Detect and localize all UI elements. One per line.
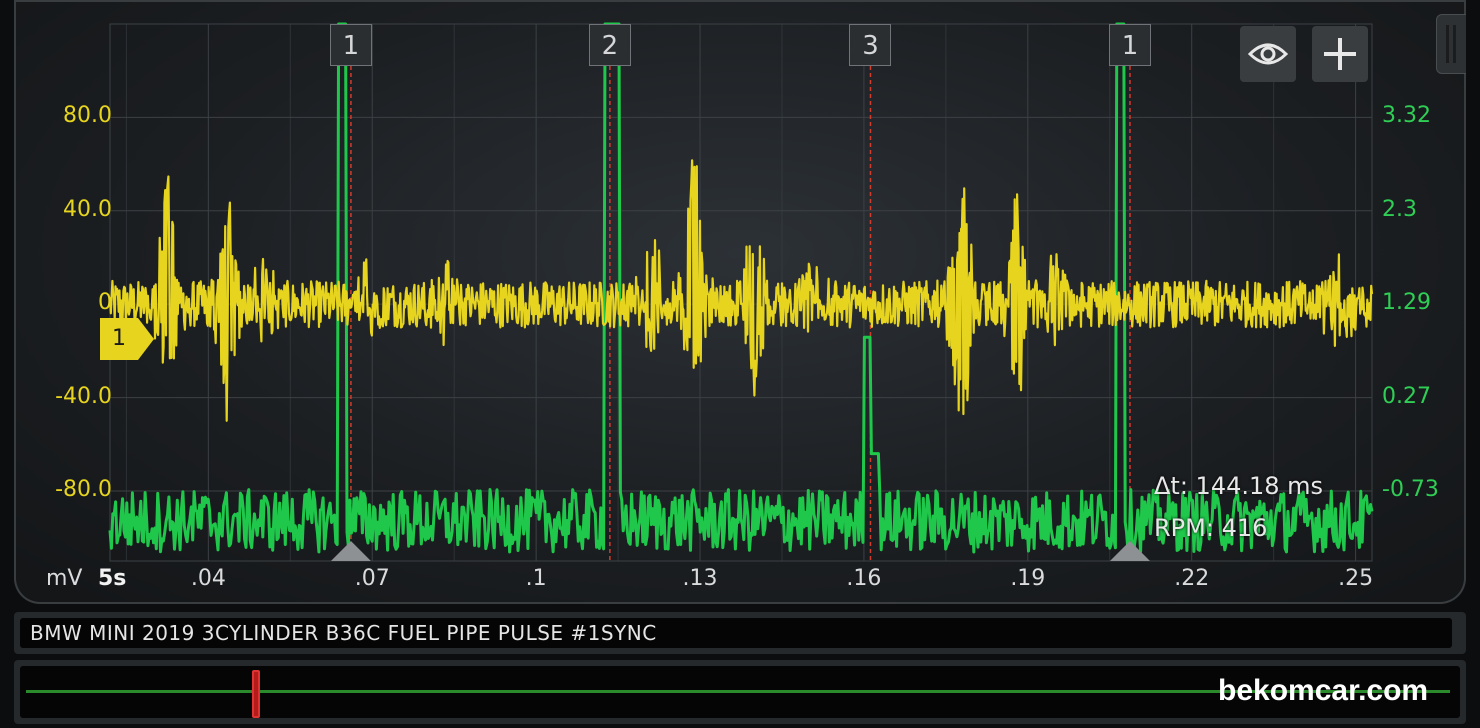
cylinder-marker[interactable]: 1 <box>329 24 372 66</box>
x-axis-tick-label: .25 <box>1338 566 1374 591</box>
recording-title: BMW MINI 2019 3CYLINDER B36C FUEL PIPE P… <box>30 621 657 645</box>
title-bar: BMW MINI 2019 3CYLINDER B36C FUEL PIPE P… <box>14 612 1466 654</box>
cylinder-marker[interactable]: 3 <box>849 24 892 66</box>
channel-1-level-marker[interactable]: 1 <box>100 318 156 364</box>
add-channel-button[interactable] <box>1312 26 1368 82</box>
x-axis-tick-label: .19 <box>1010 566 1046 591</box>
eye-icon <box>1247 43 1289 65</box>
x-axis-tick-label: .07 <box>354 566 390 591</box>
cylinder-marker[interactable]: 1 <box>1108 24 1151 66</box>
delta-time-readout: Δt: 144.18 ms <box>1154 472 1324 500</box>
series-a-line <box>108 159 1374 422</box>
plus-icon <box>1324 38 1356 70</box>
right-axis-tick-label: 1.29 <box>1382 290 1431 316</box>
timebase-label[interactable]: 5s <box>98 566 126 591</box>
right-axis-tick-label: -0.73 <box>1382 476 1439 502</box>
title-field[interactable]: BMW MINI 2019 3CYLINDER B36C FUEL PIPE P… <box>20 618 1452 648</box>
series-a-layer <box>108 159 1374 422</box>
scrub-handle[interactable] <box>252 670 260 718</box>
left-axis-tick-label: 0 <box>98 290 112 316</box>
side-panel-handle[interactable] <box>1436 14 1466 74</box>
left-axis-tick-label: -80.0 <box>55 476 112 502</box>
left-axis-tick-label: 40.0 <box>63 196 112 222</box>
channel-marker-label: 1 <box>112 326 126 351</box>
scope-panel: 80.0 40.0 0 -40.0 -80.0 3.32 2.3 1.29 0.27 -0.73… <box>14 0 1466 604</box>
x-axis-tick-label: .16 <box>846 566 882 591</box>
right-axis-tick-label: 2.3 <box>1382 196 1417 222</box>
x-axis-tick-label: .22 <box>1174 566 1210 591</box>
cylinder-marker[interactable]: 2 <box>588 24 631 66</box>
x-axis-tick-label: .04 <box>190 566 226 591</box>
right-axis-tick-label: 3.32 <box>1382 103 1431 129</box>
left-axis-unit: mV <box>46 566 83 591</box>
left-axis-tick-label: -40.0 <box>55 383 112 409</box>
rpm-readout: RPM: 416 <box>1154 514 1268 542</box>
x-axis-tick-label: .1 <box>525 566 547 591</box>
left-axis-tick-label: 80.0 <box>63 103 112 129</box>
right-axis-tick-label: 0.27 <box>1382 383 1431 409</box>
visibility-button[interactable] <box>1240 26 1296 82</box>
x-axis-tick-label: .13 <box>682 566 718 591</box>
watermark: bekomcar.com <box>1218 674 1429 707</box>
